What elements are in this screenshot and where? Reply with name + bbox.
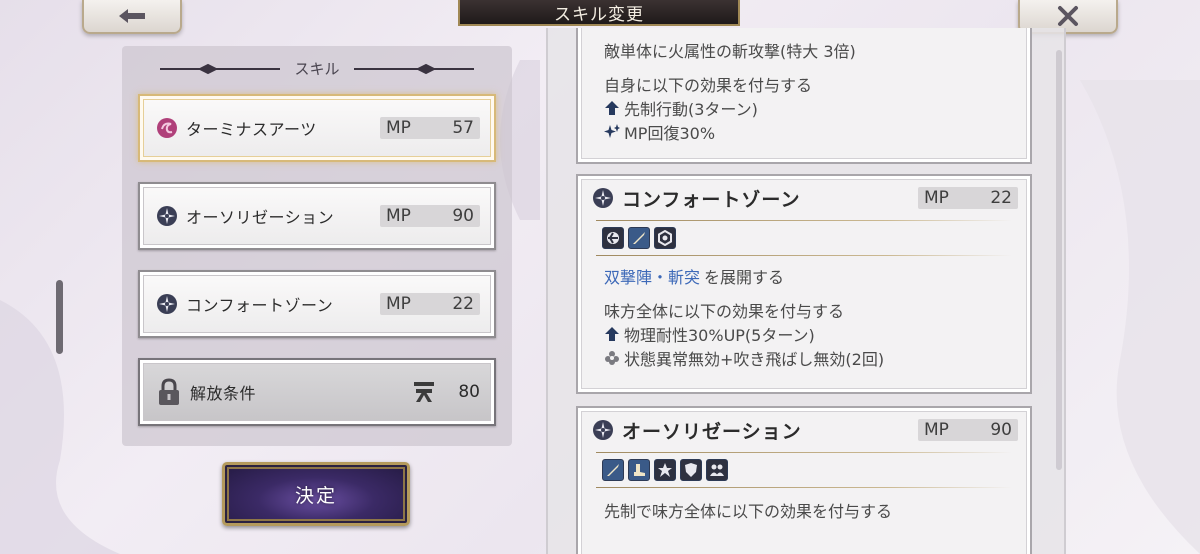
unlock-condition-label: 解放条件: [190, 384, 257, 403]
gear-emblem-icon: [157, 206, 177, 226]
detail-line: 味方全体に以下の効果を付与する: [578, 298, 1030, 322]
burst-tag-icon: [654, 459, 676, 481]
attack-description: 敵単体に火属性の斬攻撃(特大 3倍): [604, 42, 856, 61]
party-tag-icon: [706, 459, 728, 481]
hexagon-tag-icon: [654, 227, 676, 249]
sword-tag-icon: [602, 459, 624, 481]
detail-card-header: コンフォートゾーン MP 22: [578, 176, 1030, 220]
detail-line: 物理耐性30%UP(5ターン): [578, 322, 1030, 346]
divider: [596, 255, 1012, 256]
back-button[interactable]: [82, 0, 182, 34]
effect-intro: 味方全体に以下の効果を付与する: [604, 302, 845, 321]
mp-value: 90: [452, 206, 474, 226]
formation-tag-icon: [602, 227, 624, 249]
mp-value: 22: [990, 188, 1012, 208]
swirl-orb-icon: [157, 118, 177, 138]
mp-label: MP: [924, 420, 949, 440]
flower-shield-icon: [605, 351, 619, 365]
page-title-text: スキル変更: [554, 4, 644, 25]
detail-line: 状態異常無効+吹き飛ばし無効(2回): [578, 346, 1030, 370]
skill-name: ターミナスアーツ: [186, 120, 317, 139]
detail-line: 自身に以下の効果を付与する: [578, 72, 1030, 96]
skill-list-panel: スキル ターミナスアーツ MP 57 オーソリゼーション MP 90 コンフォー…: [122, 46, 512, 446]
skill-name: オーソリゼーション: [186, 208, 335, 227]
detail-card-header: オーソリゼーション MP 90: [578, 408, 1030, 452]
mp-label: MP: [386, 118, 411, 138]
mp-value: 22: [452, 294, 474, 314]
confirm-label: 決定: [294, 484, 337, 507]
effect-text: MP回復30%: [624, 124, 716, 143]
detail-line: 先制行動(3ターン): [578, 96, 1030, 120]
skill-tags: [578, 221, 1030, 255]
gear-emblem-icon: [593, 420, 613, 440]
mp-cost: MP 90: [918, 419, 1018, 441]
confirm-button[interactable]: 決定: [222, 462, 410, 526]
effect-intro: 自身に以下の効果を付与する: [604, 76, 813, 95]
divider: [596, 487, 1012, 488]
mp-label: MP: [924, 188, 949, 208]
detail-card-title: オーソリゼーション: [622, 420, 802, 443]
page-title: スキル変更: [458, 0, 740, 26]
sparkle-mp-icon: [604, 124, 620, 138]
back-arrow-icon: [119, 9, 145, 23]
detail-line: MP回復30%: [578, 120, 1030, 144]
mp-label: MP: [386, 206, 411, 226]
detail-line: 敵単体に火属性の斬攻撃(特大 3倍): [578, 38, 1030, 62]
boot-tag-icon: [628, 459, 650, 481]
mp-label: MP: [386, 294, 411, 314]
buff-up-arrow-icon: [605, 101, 619, 115]
skill-name: コンフォートゾーン: [186, 296, 334, 315]
detail-card-authorization: オーソリゼーション MP 90 先制で味方全体に以下の効果を付与する: [576, 406, 1032, 554]
skill-list-heading: スキル: [294, 60, 340, 78]
effect-text: 先制行動(3ターン): [624, 100, 758, 119]
skill-card-locked[interactable]: 解放条件 80: [138, 358, 496, 426]
left-scroll-indicator[interactable]: [56, 280, 63, 354]
close-x-icon: [1058, 6, 1078, 26]
shield-tag-icon: [680, 459, 702, 481]
skill-card-comfort-zone[interactable]: コンフォートゾーン MP 22: [138, 270, 496, 338]
gear-emblem-icon: [593, 188, 613, 208]
ornament-right-icon: [353, 63, 474, 74]
skill-list-header: スキル: [122, 58, 512, 79]
detail-card-title: コンフォートゾーン: [622, 188, 801, 211]
skill-card-terminus-arts[interactable]: ターミナスアーツ MP 57: [138, 94, 496, 162]
detail-line: 双撃陣・斬突 を展開する: [578, 264, 1030, 288]
effect-text: 状態異常無効+吹き飛ばし無効(2回): [624, 350, 885, 369]
mp-value: 90: [990, 420, 1012, 440]
gear-emblem-icon: [157, 294, 177, 314]
mp-cost: MP 57: [380, 117, 480, 139]
buff-up-arrow-icon: [605, 327, 619, 341]
mp-cost: MP 22: [918, 187, 1018, 209]
effect-text: 物理耐性30%UP(5ターン): [624, 326, 815, 345]
skill-detail-panel[interactable]: 敵単体に火属性の斬攻撃(特大 3倍) 自身に以下の効果を付与する 先制行動(3タ…: [546, 28, 1066, 554]
detail-line: 先制で味方全体に以下の効果を付与する: [578, 498, 1030, 522]
padlock-icon: [159, 378, 179, 405]
effect-intro: 先制で味方全体に以下の効果を付与する: [604, 502, 893, 521]
detail-scroll-thumb[interactable]: [1056, 350, 1062, 468]
formation-link[interactable]: 双撃陣・斬突: [604, 264, 700, 288]
unlock-requirement-value: 80: [458, 382, 480, 402]
skill-tags: [578, 453, 1030, 487]
mp-cost: MP 22: [380, 293, 480, 315]
mp-value: 57: [452, 118, 474, 138]
link-suffix: を展開する: [704, 268, 785, 287]
mp-cost: MP 90: [380, 205, 480, 227]
ornament-left-icon: [160, 63, 281, 74]
detail-card-comfort-zone: コンフォートゾーン MP 22 双撃陣・斬突 を展開する 味方全体に以下の効果を付…: [576, 174, 1032, 394]
detail-card-terminus-arts: 敵単体に火属性の斬攻撃(特大 3倍) 自身に以下の効果を付与する 先制行動(3タ…: [576, 28, 1032, 164]
skill-card-authorization[interactable]: オーソリゼーション MP 90: [138, 182, 496, 250]
sword-tag-icon: [628, 227, 650, 249]
sky-kanji-icon: [414, 382, 434, 402]
